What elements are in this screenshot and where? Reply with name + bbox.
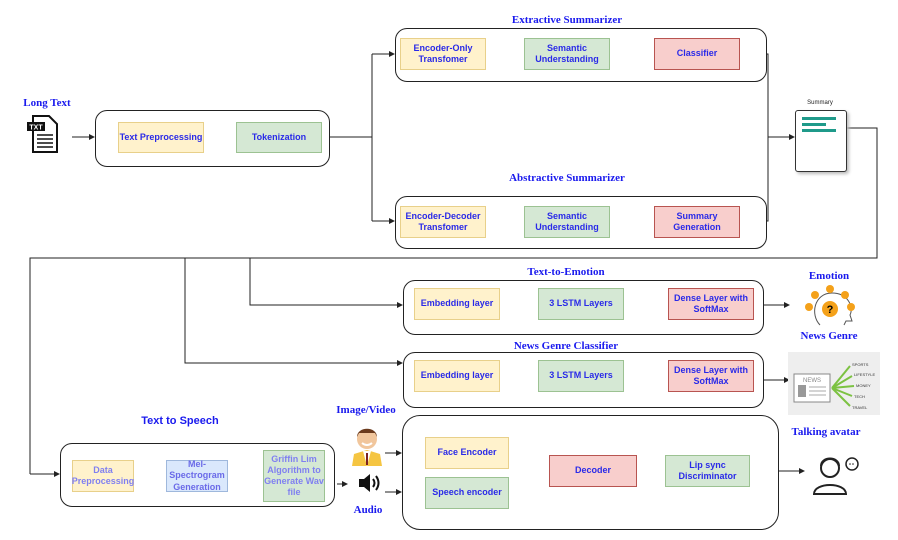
svg-text:SPORTS: SPORTS (852, 362, 869, 367)
svg-text:?: ? (827, 304, 834, 316)
lip-sync-discriminator-step: Lip sync Discriminator (665, 455, 750, 487)
txt-file-icon: TXT (25, 114, 61, 156)
svg-text:NEWS: NEWS (803, 378, 821, 384)
face-encoder-step: Face Encoder (425, 437, 509, 469)
summary-generation-step: Summary Generation (654, 206, 740, 238)
dense-softmax-step: Dense Layer with SoftMax (668, 288, 754, 320)
person-avatar-icon (350, 422, 384, 466)
dense-softmax-step: Dense Layer with SoftMax (668, 360, 754, 392)
newspaper-genre-icon: NEWS SPORTS LIFESTYLE MONEY TECH TRAVEL (788, 352, 880, 415)
emotion-label: Emotion (808, 270, 850, 282)
embedding-layer-step: Embedding layer (414, 288, 500, 320)
svg-text:TXT: TXT (29, 125, 43, 132)
audio-label: Audio (353, 504, 383, 516)
semantic-understanding-step: Semantic Understanding (524, 38, 610, 70)
encoder-only-step: Encoder-Only Transfomer (400, 38, 486, 70)
emotion-title: Text-to-Emotion (527, 266, 605, 278)
svg-text:TRAVEL: TRAVEL (852, 405, 868, 410)
abstractive-title: Abstractive Summarizer (509, 172, 625, 184)
summary-document-icon (795, 110, 847, 172)
tokenization-step: Tokenization (236, 122, 322, 153)
lstm-layers-step: 3 LSTM Layers (538, 360, 624, 392)
summary-label: Summary (807, 100, 833, 106)
tts-title: Text to Speech (141, 415, 219, 427)
emotion-head-icon: ? (800, 285, 865, 327)
talking-avatar-icon (810, 452, 860, 496)
long-text-label: Long Text (23, 97, 71, 109)
decoder-step: Decoder (549, 455, 637, 487)
image-video-label: Image/Video (336, 404, 396, 416)
speaker-icon (357, 472, 381, 494)
semantic-understanding-step: Semantic Understanding (524, 206, 610, 238)
speech-encoder-step: Speech encoder (425, 477, 509, 509)
data-preprocessing-step: Data Preprocessing (72, 460, 134, 492)
text-preprocessing-step: Text Preprocessing (118, 122, 204, 153)
classifier-step: Classifier (654, 38, 740, 70)
mel-spectrogram-step: Mel-Spectrogram Generation (166, 459, 228, 492)
pipeline-diagram: Long Text TXT Text Preprocessing Tokeniz… (0, 0, 898, 540)
embedding-layer-step: Embedding layer (414, 360, 500, 392)
genre-title: News Genre Classifier (513, 340, 619, 352)
news-genre-label: News Genre (800, 330, 858, 342)
svg-text:LIFESTYLE: LIFESTYLE (854, 372, 875, 377)
svg-text:MONEY: MONEY (856, 383, 871, 388)
lstm-layers-step: 3 LSTM Layers (538, 288, 624, 320)
talking-avatar-label: Talking avatar (791, 426, 861, 438)
encoder-decoder-step: Encoder-Decoder Transfomer (400, 206, 486, 238)
extractive-title: Extractive Summarizer (511, 14, 623, 26)
svg-text:TECH: TECH (854, 394, 865, 399)
griffin-lim-step: Griffin Lim Algorithm to Generate Wav fi… (263, 450, 325, 502)
